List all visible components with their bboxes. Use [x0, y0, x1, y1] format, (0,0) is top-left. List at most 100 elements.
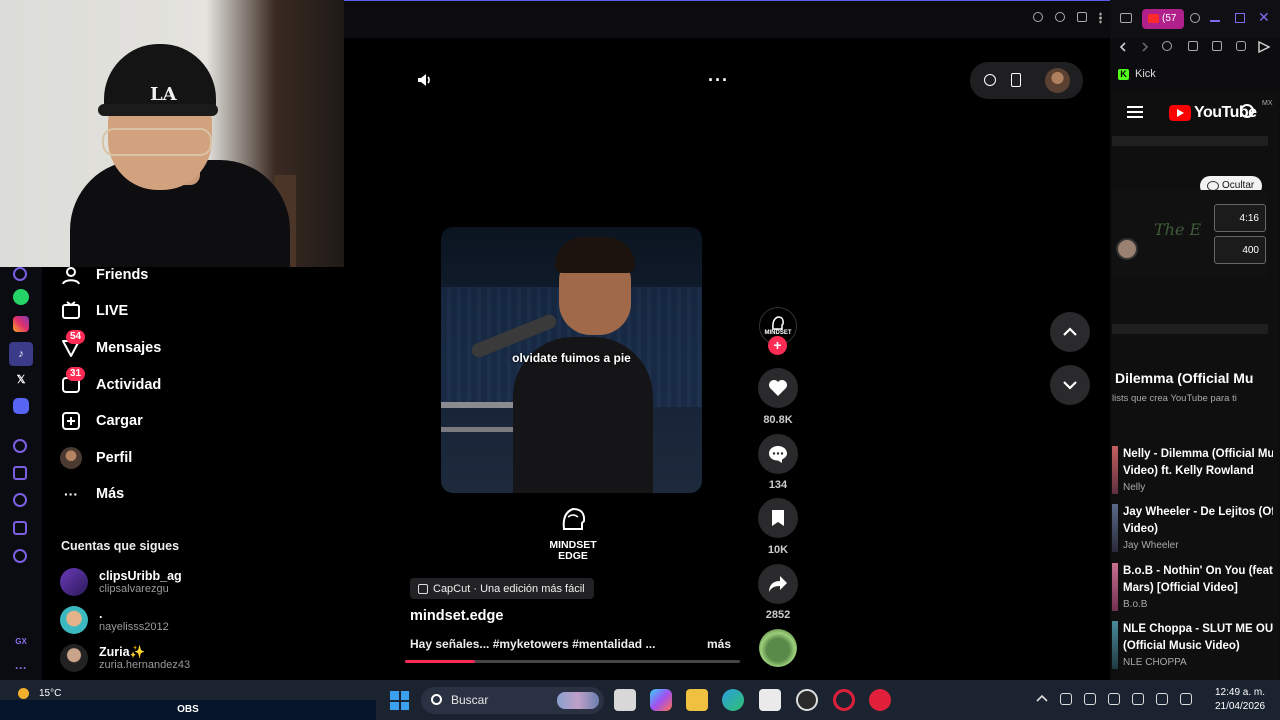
more-dots-icon: ··· — [64, 486, 78, 502]
settings-icon[interactable] — [13, 549, 27, 563]
screen: LA ♪ 𝕏 GX ··· Friends LIVE 54 Mensajes 3… — [0, 0, 1280, 720]
store-icon[interactable] — [759, 689, 781, 711]
nav-upload[interactable]: Cargar — [60, 407, 143, 435]
bookmark-icon[interactable] — [13, 466, 27, 480]
playlist-item[interactable]: Jay Wheeler - De Lejitos (Of Video) Jay W… — [1112, 504, 1276, 560]
recording-app-icon[interactable] — [869, 689, 891, 711]
extensions-icon[interactable] — [13, 521, 27, 535]
forward-icon[interactable] — [1140, 42, 1150, 52]
edge-icon[interactable] — [722, 689, 744, 711]
device-icon[interactable] — [1011, 73, 1021, 87]
shield-icon[interactable] — [1236, 41, 1246, 51]
kick-shortcut[interactable]: K Kick — [1118, 68, 1156, 80]
playlist-item[interactable]: NLE Choppa - SLUT ME OUT (Official Music … — [1112, 621, 1276, 677]
search-icon[interactable] — [1240, 104, 1254, 118]
opera-gx-icon[interactable] — [833, 689, 855, 711]
bookmark-icon — [772, 510, 784, 526]
nav-more[interactable]: ··· Más — [60, 480, 124, 508]
taskbar: 15°C OBS Buscar 12:49 a. m. 21/04/2026 — [0, 680, 1280, 720]
tiktok-icon[interactable]: ♪ — [9, 342, 33, 366]
wifi-icon[interactable] — [1132, 693, 1144, 705]
back-icon[interactable] — [1118, 42, 1128, 52]
youtube-tab-badge[interactable]: (57 — [1142, 9, 1184, 29]
gx-icon[interactable]: GX — [13, 633, 29, 649]
capcut-tag[interactable]: CapCut · Una edición más fácil — [410, 578, 594, 599]
task-view-icon[interactable] — [614, 689, 636, 711]
share-button[interactable] — [758, 564, 798, 604]
obs-icon[interactable] — [796, 689, 818, 711]
nav-messages[interactable]: 54 Mensajes — [60, 330, 161, 362]
chevron-up-icon[interactable] — [1036, 693, 1048, 705]
following-name: . — [99, 606, 103, 621]
chevron-down-icon — [1063, 381, 1077, 390]
clock[interactable]: 12:49 a. m. 21/04/2026 — [1210, 686, 1270, 714]
reload-icon[interactable] — [1162, 41, 1172, 51]
following-item[interactable]: . nayelisss2012 — [60, 606, 169, 634]
playlist-count-chip: 400 — [1214, 236, 1266, 264]
playlist-item-artist: NLE CHOPPA — [1123, 657, 1187, 668]
pin-icon[interactable] — [1188, 41, 1198, 51]
crop-icon[interactable] — [1212, 41, 1222, 51]
user-avatar[interactable] — [1045, 68, 1070, 93]
comment-button[interactable] — [758, 434, 798, 474]
nav-label: Más — [96, 486, 125, 502]
extension-icon[interactable] — [1033, 12, 1043, 22]
video-progress[interactable] — [405, 660, 740, 663]
more-link[interactable]: más — [707, 637, 731, 651]
sync-icon[interactable] — [1084, 693, 1096, 705]
messenger-icon[interactable] — [13, 267, 27, 281]
add-icon[interactable] — [1190, 13, 1200, 23]
instagram-icon[interactable] — [13, 316, 29, 332]
avatar — [60, 606, 88, 634]
taskbar-search[interactable]: Buscar — [421, 687, 604, 714]
music-disc[interactable] — [759, 629, 797, 667]
volume-icon[interactable] — [1156, 693, 1168, 705]
volume-icon[interactable] — [416, 71, 434, 89]
more-icon[interactable]: ··· — [13, 660, 29, 676]
microphone-icon[interactable] — [1108, 693, 1120, 705]
video-options-icon[interactable]: ··· — [708, 70, 729, 91]
follow-button[interactable]: + — [768, 336, 787, 355]
playlist-item[interactable]: B.o.B - Nothin' On You (feat. Mars) [Offi… — [1112, 563, 1276, 619]
previous-video-button[interactable] — [1050, 312, 1090, 352]
nav-profile[interactable]: Perfil — [60, 444, 132, 472]
like-button[interactable] — [758, 368, 798, 408]
youtube-header: YouTube MX — [1112, 92, 1278, 136]
reload-icon[interactable] — [1055, 12, 1065, 22]
save-button[interactable] — [758, 498, 798, 538]
nav-activity[interactable]: 31 Actividad — [60, 367, 162, 399]
video-player[interactable]: olvidate fuimos a pie — [441, 227, 702, 493]
whatsapp-icon[interactable] — [13, 289, 29, 305]
player-icon[interactable] — [13, 439, 27, 453]
pin-icon[interactable] — [1077, 12, 1087, 22]
weather-widget[interactable]: 15°C — [18, 688, 61, 699]
copilot-icon[interactable] — [650, 689, 672, 711]
battery-icon[interactable] — [1180, 693, 1192, 705]
windows-start-icon[interactable] — [390, 691, 409, 710]
youtube-ad[interactable]: The E 4:16 400 — [1112, 190, 1268, 278]
file-explorer-icon[interactable] — [686, 689, 708, 711]
playlist-item-artist: B.o.B — [1123, 599, 1148, 610]
playlist-item[interactable]: Nelly - Dilemma (Official Mu Video) ft. K… — [1112, 446, 1276, 502]
coin-icon[interactable] — [984, 74, 996, 86]
send-icon[interactable] — [1258, 41, 1270, 53]
following-item[interactable]: clipsUribb_ag clipsalvarezgu — [60, 568, 182, 596]
playlist-item-title: NLE Choppa - SLUT ME OUT (Official Music … — [1123, 623, 1273, 652]
next-video-button[interactable] — [1050, 365, 1090, 405]
maximize-icon[interactable] — [1235, 13, 1245, 23]
nav-label: Actividad — [96, 377, 162, 393]
webcam-cap-brim — [98, 104, 218, 116]
x-icon[interactable]: 𝕏 — [13, 371, 29, 387]
discord-icon[interactable] — [13, 398, 29, 414]
author-name[interactable]: mindset.edge — [410, 608, 503, 624]
nav-friends[interactable]: Friends — [60, 261, 148, 289]
following-item[interactable]: Zuria✨ zuria.hernandez43 — [60, 644, 190, 672]
hamburger-icon[interactable] — [1127, 106, 1143, 118]
cloud-icon[interactable] — [1060, 693, 1072, 705]
minimize-icon[interactable] — [1210, 20, 1220, 22]
history-icon[interactable] — [13, 493, 27, 507]
close-icon[interactable]: ✕ — [1258, 9, 1270, 26]
menu-dots-icon[interactable] — [1099, 12, 1102, 24]
screen-icon[interactable] — [1120, 13, 1132, 23]
nav-live[interactable]: LIVE — [60, 297, 128, 325]
